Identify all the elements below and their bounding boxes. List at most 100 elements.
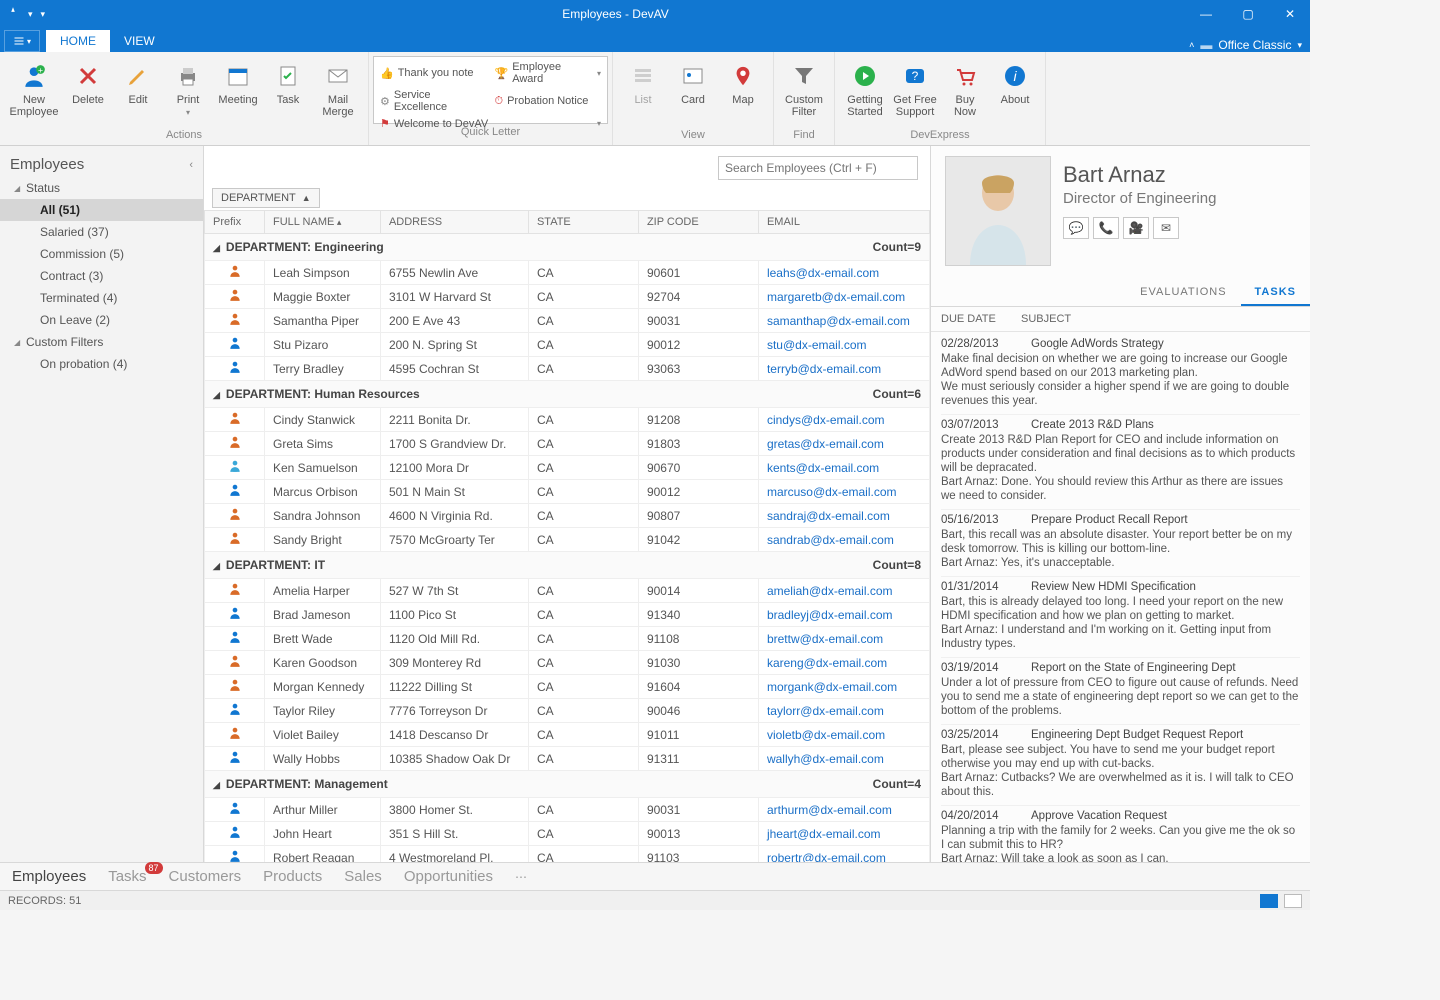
department-group-row[interactable]: ◢DEPARTMENT: ManagementCount=4 <box>205 771 930 798</box>
table-row[interactable]: Stu Pizaro200 N. Spring StCA90012stu@dx-… <box>205 333 930 357</box>
view-mode-list-icon[interactable] <box>1260 894 1278 908</box>
table-row[interactable]: Morgan Kennedy11222 Dilling StCA91604mor… <box>205 675 930 699</box>
table-row[interactable]: Sandy Bright7570 McGroarty TerCA91042san… <box>205 528 930 552</box>
table-row[interactable]: Sandra Johnson4600 N Virginia Rd.CA90807… <box>205 504 930 528</box>
table-row[interactable]: Marcus Orbison501 N Main StCA90012marcus… <box>205 480 930 504</box>
chat-button[interactable]: 💬 <box>1063 217 1089 239</box>
table-row[interactable]: Greta Sims1700 S Grandview Dr.CA91803gre… <box>205 432 930 456</box>
task-item[interactable]: 03/25/2014Engineering Dept Budget Reques… <box>941 725 1300 806</box>
bottom-tab[interactable]: Products <box>263 868 322 885</box>
column-header[interactable]: STATE <box>528 211 638 234</box>
department-group-row[interactable]: ◢DEPARTMENT: Human ResourcesCount=6 <box>205 381 930 408</box>
task-button[interactable]: Task <box>264 56 312 110</box>
edit-button[interactable]: Edit <box>114 56 162 110</box>
about-button[interactable]: iAbout <box>991 56 1039 110</box>
task-item[interactable]: 04/20/2014Approve Vacation RequestPlanni… <box>941 806 1300 862</box>
sidebar-item[interactable]: Commission (5) <box>0 243 203 265</box>
maximize-button[interactable]: ▢ <box>1228 0 1268 28</box>
getting-started-button[interactable]: Getting Started <box>841 56 889 122</box>
table-row[interactable]: John Heart351 S Hill St.CA90013jheart@dx… <box>205 822 930 846</box>
groupby-chip[interactable]: DEPARTMENT ▲ <box>212 188 320 208</box>
column-header[interactable]: ZIP CODE <box>638 211 758 234</box>
chevron-down-icon[interactable]: ▾ <box>1297 40 1302 51</box>
bottom-tab[interactable]: Tasks87 <box>108 868 146 885</box>
support-button[interactable]: ?Get Free Support <box>891 56 939 122</box>
tab-tasks[interactable]: TASKS <box>1241 280 1310 306</box>
table-row[interactable]: Cindy Stanwick2211 Bonita Dr.CA91208cind… <box>205 408 930 432</box>
sidebar-group-label[interactable]: Custom Filters <box>26 335 103 349</box>
more-tabs-icon[interactable]: ⋯ <box>515 870 527 884</box>
svg-text:?: ? <box>912 69 919 83</box>
sidebar-item[interactable]: Salaried (37) <box>0 221 203 243</box>
column-header[interactable]: FULL NAME <box>265 211 381 234</box>
table-row[interactable]: Violet Bailey1418 Descanso DrCA91011viol… <box>205 723 930 747</box>
tab-evaluations[interactable]: EVALUATIONS <box>1126 280 1240 306</box>
new-employee-button[interactable]: +New Employee <box>6 56 62 122</box>
task-item[interactable]: 02/28/2013Google AdWords StrategyMake fi… <box>941 334 1300 415</box>
email-button[interactable]: ✉ <box>1153 217 1179 239</box>
caret-icon[interactable]: ◢ <box>14 338 22 347</box>
table-row[interactable]: Robert Reagan4 Westmoreland Pl.CA91103ro… <box>205 846 930 863</box>
ribbon-collapse-icon[interactable]: ˄ <box>1189 40 1194 50</box>
view-mode-card-icon[interactable] <box>1284 894 1302 908</box>
table-row[interactable]: Samantha Piper200 E Ave 43CA90031samanth… <box>205 309 930 333</box>
search-input[interactable] <box>718 156 918 180</box>
quick-letter-gallery[interactable]: 👍Thank you note 🏆Employee Award▾ ⚙Servic… <box>373 56 608 124</box>
sidebar-item[interactable]: All (51) <box>0 199 203 221</box>
table-row[interactable]: Amelia Harper527 W 7th StCA90014ameliah@… <box>205 579 930 603</box>
sidebar-group-label[interactable]: Status <box>26 181 60 195</box>
tab-home[interactable]: HOME <box>46 30 110 52</box>
file-menu-button[interactable]: ▾ <box>4 30 40 52</box>
tasks-list[interactable]: 02/28/2013Google AdWords StrategyMake fi… <box>931 332 1310 862</box>
task-item[interactable]: 03/19/2014Report on the State of Enginee… <box>941 658 1300 725</box>
table-row[interactable]: Ken Samuelson12100 Mora DrCA90670kents@d… <box>205 456 930 480</box>
caret-icon[interactable]: ◢ <box>14 184 22 193</box>
call-button[interactable]: 📞 <box>1093 217 1119 239</box>
col-subject: SUBJECT <box>1021 313 1071 325</box>
table-row[interactable]: Terry Bradley4595 Cochran StCA93063terry… <box>205 357 930 381</box>
task-item[interactable]: 01/31/2014Review New HDMI SpecificationB… <box>941 577 1300 658</box>
bottom-tab[interactable]: Opportunities <box>404 868 493 885</box>
delete-button[interactable]: Delete <box>64 56 112 110</box>
custom-filter-button[interactable]: Custom Filter <box>780 56 828 122</box>
sidebar-item[interactable]: On Leave (2) <box>0 309 203 331</box>
table-row[interactable]: Taylor Riley7776 Torreyson DrCA90046tayl… <box>205 699 930 723</box>
department-group-row[interactable]: ◢DEPARTMENT: ITCount=8 <box>205 552 930 579</box>
bottom-tab[interactable]: Sales <box>344 868 382 885</box>
minimize-button[interactable]: — <box>1186 0 1226 28</box>
table-row[interactable]: Leah Simpson6755 Newlin AveCA90601leahs@… <box>205 261 930 285</box>
video-button[interactable]: 🎥 <box>1123 217 1149 239</box>
buy-now-button[interactable]: Buy Now <box>941 56 989 122</box>
sidebar-collapse-icon[interactable]: ‹ <box>189 159 193 171</box>
mail-merge-button[interactable]: Mail Merge <box>314 56 362 122</box>
table-row[interactable]: Brad Jameson1100 Pico StCA91340bradleyj@… <box>205 603 930 627</box>
department-group-row[interactable]: ◢DEPARTMENT: EngineeringCount=9 <box>205 234 930 261</box>
table-row[interactable]: Arthur Miller3800 Homer St.CA90031arthur… <box>205 798 930 822</box>
sidebar-item[interactable]: Contract (3) <box>0 265 203 287</box>
task-item[interactable]: 05/16/2013Prepare Product Recall ReportB… <box>941 510 1300 577</box>
column-header[interactable]: Prefix <box>205 211 265 234</box>
close-button[interactable]: ✕ <box>1270 0 1310 28</box>
print-button[interactable]: Print▾ <box>164 56 212 121</box>
bottom-tab[interactable]: Employees <box>12 868 86 885</box>
qat-arrow-icon[interactable]: ▾ <box>28 9 33 20</box>
tab-view[interactable]: VIEW <box>110 30 169 52</box>
sidebar-item[interactable]: On probation (4) <box>0 353 203 375</box>
employee-grid[interactable]: PrefixFULL NAMEADDRESSSTATEZIP CODEEMAIL… <box>204 210 930 862</box>
detail-panel: Bart Arnaz Director of Engineering 💬 📞 🎥… <box>930 146 1310 862</box>
theme-label[interactable]: Office Classic <box>1218 38 1291 52</box>
map-view-button[interactable]: Map <box>719 56 767 110</box>
column-header[interactable]: EMAIL <box>758 211 929 234</box>
column-header[interactable]: ADDRESS <box>380 211 528 234</box>
bottom-tab[interactable]: Customers <box>169 868 242 885</box>
group-view-label: View <box>681 127 705 143</box>
table-row[interactable]: Karen Goodson309 Monterey RdCA91030karen… <box>205 651 930 675</box>
table-row[interactable]: Wally Hobbs10385 Shadow Oak DrCA91311wal… <box>205 747 930 771</box>
card-view-button[interactable]: Card <box>669 56 717 110</box>
table-row[interactable]: Maggie Boxter3101 W Harvard StCA92704mar… <box>205 285 930 309</box>
table-row[interactable]: Brett Wade1120 Old Mill Rd.CA91108brettw… <box>205 627 930 651</box>
sidebar-item[interactable]: Terminated (4) <box>0 287 203 309</box>
meeting-button[interactable]: Meeting <box>214 56 262 110</box>
task-item[interactable]: 03/07/2013Create 2013 R&D PlansCreate 20… <box>941 415 1300 510</box>
gear-icon: ⚙ <box>380 95 390 108</box>
